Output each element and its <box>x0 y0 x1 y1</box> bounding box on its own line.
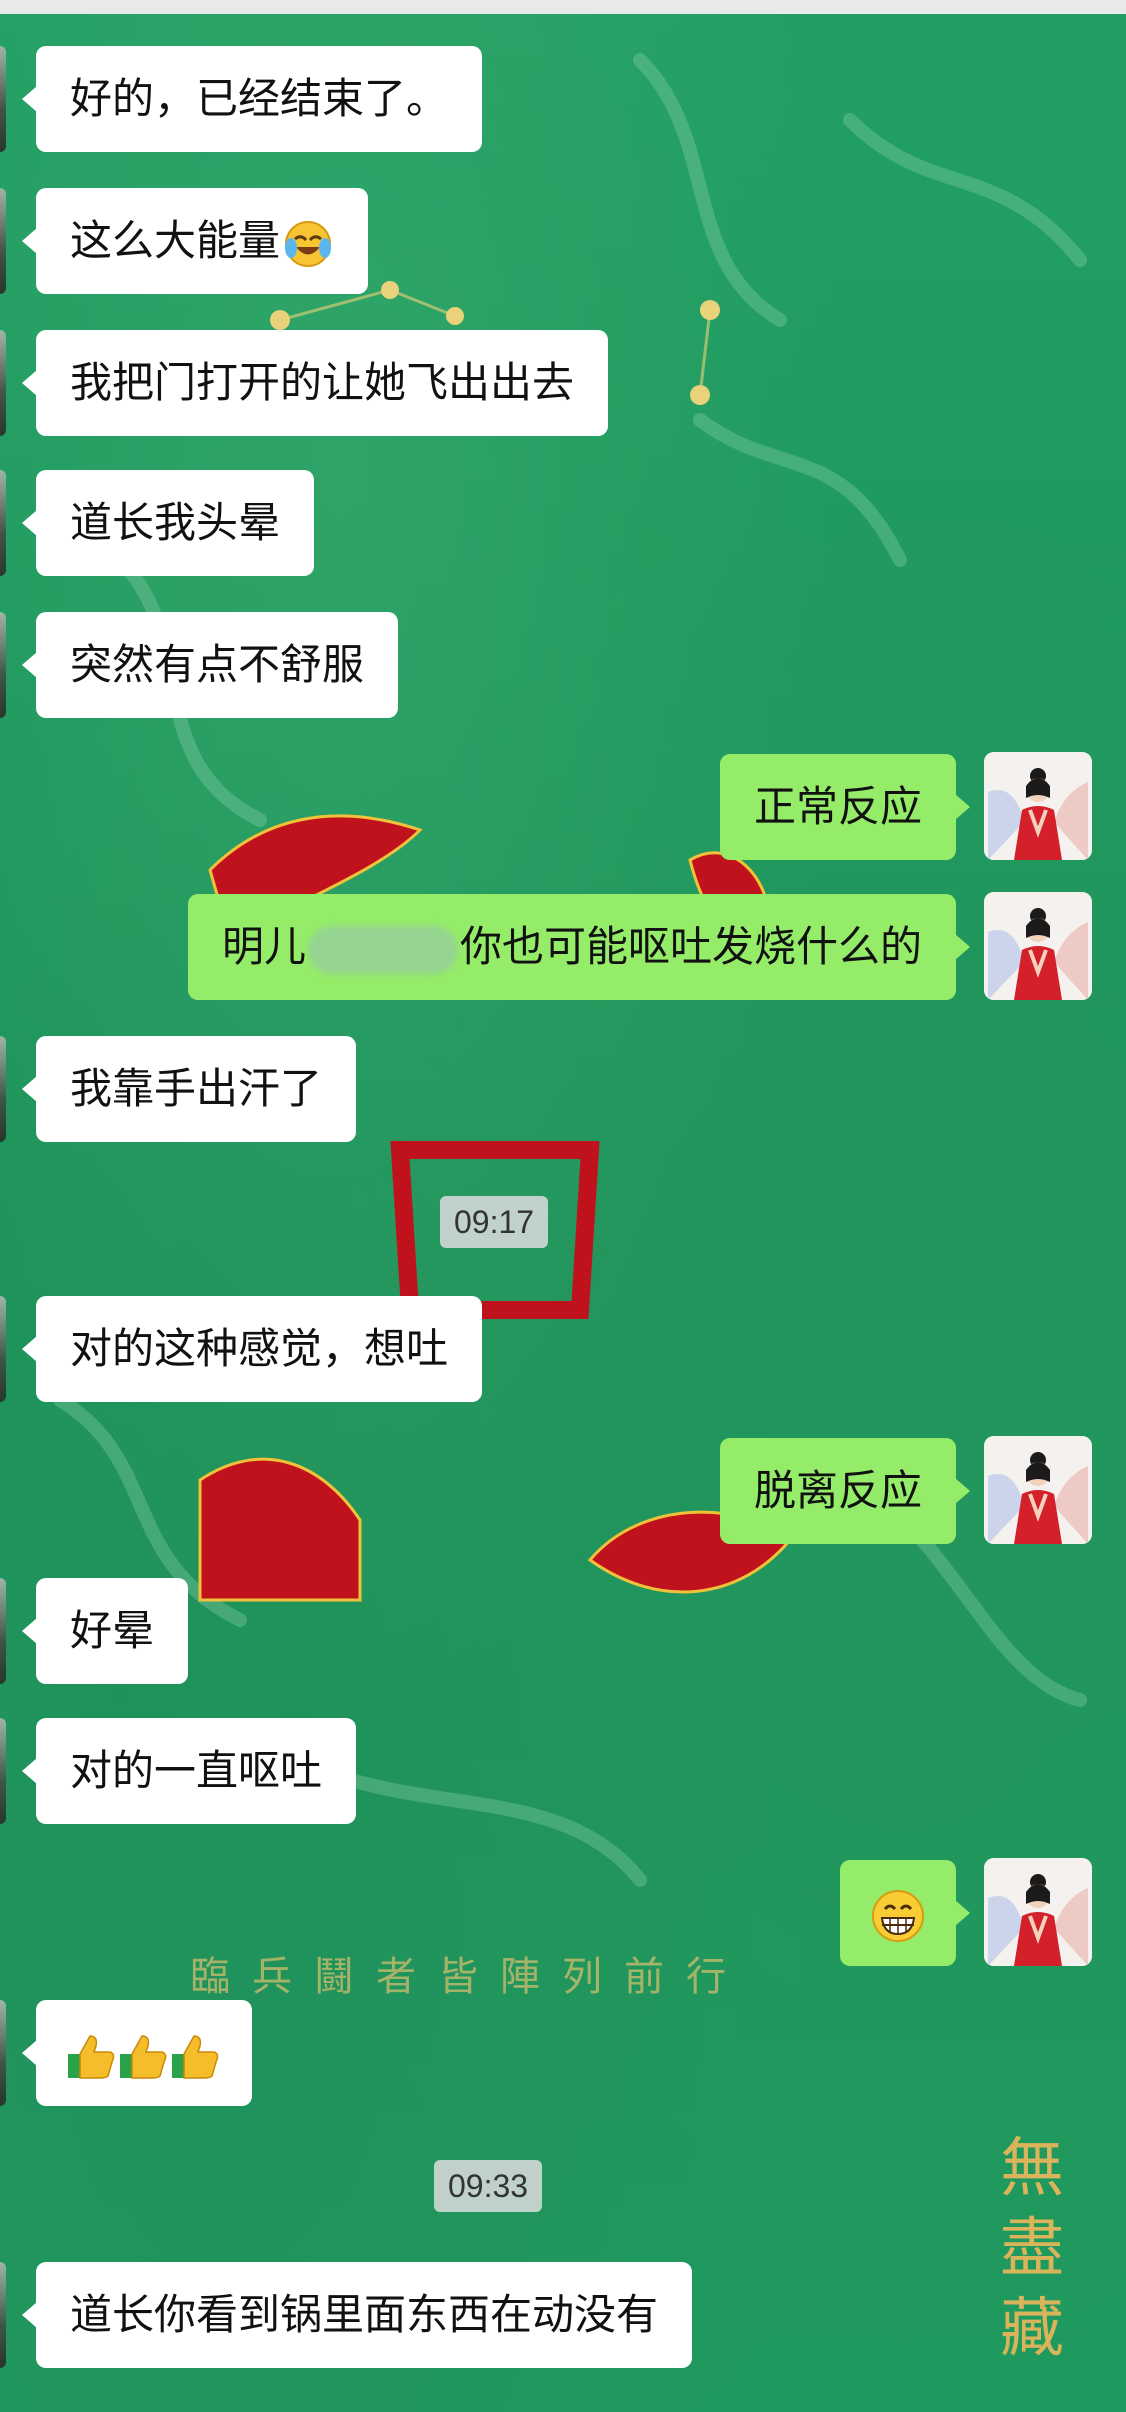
sender-avatar-edge[interactable] <box>0 470 6 576</box>
sender-avatar-edge[interactable] <box>0 2000 6 2106</box>
message-bubble-outgoing[interactable] <box>840 1860 970 1966</box>
message-text-before: 明儿 <box>221 922 306 971</box>
message-bubble-incoming[interactable]: 对的一直呕吐 <box>21 1718 357 1824</box>
wallpaper-caption: 臨兵鬪者皆陣列前行 <box>190 1954 748 2000</box>
avatar-image <box>984 1858 1092 1966</box>
sender-avatar-edge[interactable] <box>0 46 6 152</box>
my-avatar[interactable] <box>984 752 1092 860</box>
sender-avatar-edge[interactable] <box>0 330 6 436</box>
crying-laughing-emoji-icon <box>285 220 332 267</box>
message-bubble-incoming[interactable] <box>22 2000 252 2106</box>
message-bubble-incoming[interactable]: 道长你看到锅里面东西在动没有 <box>21 2262 693 2368</box>
message-bubble-incoming[interactable]: 我把门打开的让她飞出出去 <box>21 330 609 436</box>
avatar-image <box>984 752 1092 860</box>
message-bubble-outgoing[interactable]: 脱离反应 <box>719 1438 971 1544</box>
redacted-text <box>307 925 458 974</box>
message-bubble-outgoing[interactable]: 明儿 你也可能呕吐发烧什么的 <box>187 894 971 1000</box>
sender-avatar-edge[interactable] <box>0 1578 6 1684</box>
sender-avatar-edge[interactable] <box>0 1296 6 1402</box>
my-avatar[interactable] <box>984 1436 1092 1544</box>
avatar-image <box>984 892 1092 1000</box>
message-bubble-incoming[interactable]: 对的这种感觉，想吐 <box>21 1296 483 1402</box>
timestamp-badge: 09:17 <box>440 1196 549 1248</box>
message-bubble-incoming[interactable]: 这么大能量 <box>21 188 369 294</box>
sender-avatar-edge[interactable] <box>0 2262 6 2368</box>
thumbs-up-emoji-icon <box>68 2034 219 2079</box>
wallpaper-seal-1: 無 <box>1000 2132 1064 2206</box>
wallpaper-seal-3: 藏 <box>1000 2292 1064 2366</box>
sender-avatar-edge[interactable] <box>0 612 6 718</box>
sender-avatar-edge[interactable] <box>0 1036 6 1142</box>
wallpaper-seal-2: 盡 <box>1000 2212 1064 2286</box>
message-bubble-incoming[interactable]: 好的，已经结束了。 <box>21 46 483 152</box>
avatar-image <box>984 1436 1092 1544</box>
my-avatar[interactable] <box>984 1858 1092 1966</box>
sender-avatar-edge[interactable] <box>0 1718 6 1824</box>
message-bubble-incoming[interactable]: 好晕 <box>21 1578 189 1684</box>
grinning-face-emoji-icon <box>872 1889 924 1942</box>
my-avatar[interactable] <box>984 892 1092 1000</box>
message-bubble-outgoing[interactable]: 正常反应 <box>719 754 971 860</box>
message-bubble-incoming[interactable]: 我靠手出汗了 <box>21 1036 357 1142</box>
timestamp-badge: 09:33 <box>434 2160 543 2212</box>
message-text: 这么大能量 <box>70 216 281 265</box>
message-bubble-incoming[interactable]: 突然有点不舒服 <box>21 612 399 718</box>
message-text-after: 你也可能呕吐发烧什么的 <box>459 922 922 971</box>
sender-avatar-edge[interactable] <box>0 188 6 294</box>
message-bubble-incoming[interactable]: 道长我头晕 <box>21 470 315 576</box>
